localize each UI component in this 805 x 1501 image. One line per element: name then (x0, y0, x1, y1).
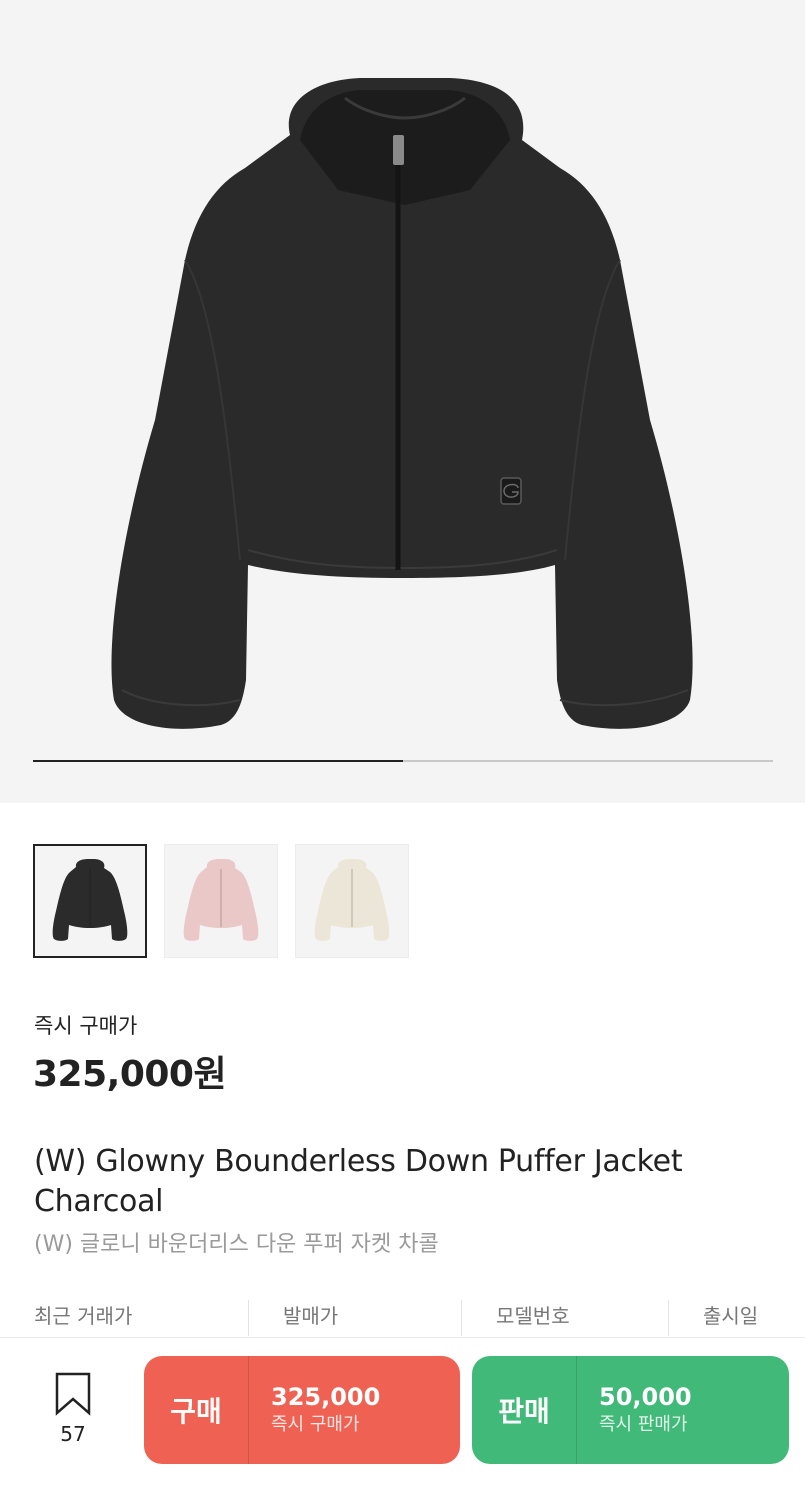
buy-label: 구매 (144, 1356, 249, 1464)
bottom-action-bar: 57 구매 325,000 즉시 구매가 판매 50,000 즉시 판매가 (0, 1337, 805, 1501)
color-thumbnail-pink[interactable] (164, 844, 278, 958)
wishlist-button[interactable]: 57 (50, 1372, 96, 1446)
color-options (33, 844, 409, 958)
buy-button[interactable]: 구매 325,000 즉시 구매가 (144, 1356, 460, 1464)
info-divider (461, 1300, 462, 1336)
price-label: 즉시 구매가 (34, 1014, 138, 1038)
info-divider (668, 1300, 669, 1336)
buy-price: 325,000 (271, 1383, 381, 1411)
product-title: (W) Glowny Bounderless Down Puffer Jacke… (34, 1144, 683, 1219)
price-value: 325,000원 (33, 1054, 227, 1095)
info-release-price: 발매가 (283, 1304, 339, 1328)
product-image-gallery[interactable] (0, 0, 805, 803)
info-divider (248, 1300, 249, 1336)
gallery-progress-track (33, 760, 773, 762)
gallery-progress-fill (33, 760, 403, 762)
product-subtitle: (W) 글로니 바운더리스 다운 푸퍼 자켓 차콜 (34, 1232, 439, 1257)
color-thumbnail-ivory[interactable] (295, 844, 409, 958)
info-model-number: 모델번호 (496, 1304, 570, 1328)
jacket-thumbnail-image (183, 859, 259, 941)
sell-price: 50,000 (599, 1383, 692, 1411)
jacket-thumbnail-image (314, 859, 390, 941)
jacket-thumbnail-image (52, 859, 128, 941)
product-main-image (111, 78, 693, 729)
bookmark-icon (55, 1372, 91, 1416)
sell-button[interactable]: 판매 50,000 즉시 판매가 (472, 1356, 789, 1464)
info-recent-price: 최근 거래가 (34, 1304, 133, 1328)
buy-price-caption: 즉시 구매가 (271, 1414, 360, 1435)
sell-price-caption: 즉시 판매가 (599, 1414, 688, 1435)
info-release-date: 출시일 (703, 1304, 759, 1328)
sell-label: 판매 (472, 1356, 577, 1464)
color-thumbnail-charcoal[interactable] (33, 844, 147, 958)
wishlist-count: 57 (60, 1422, 86, 1446)
product-info-header: 최근 거래가 발매가 모델번호 출시일 (0, 1300, 805, 1340)
